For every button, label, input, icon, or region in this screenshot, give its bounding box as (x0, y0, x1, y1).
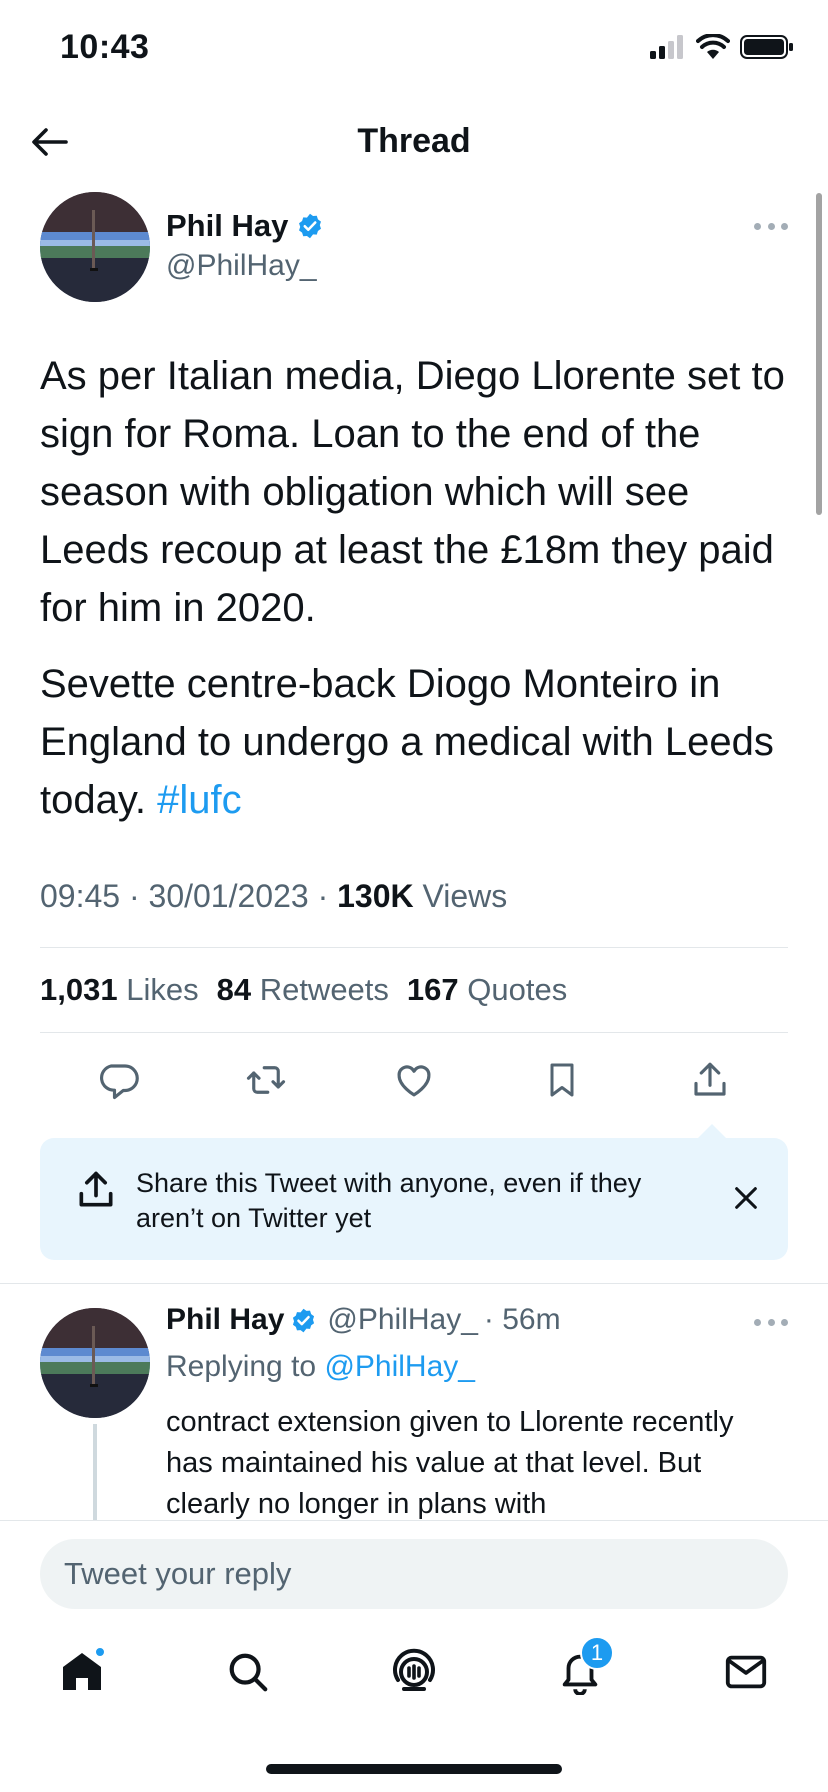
divider (0, 1283, 828, 1284)
reply-author-name[interactable]: Phil Hay (166, 1303, 284, 1337)
like-button[interactable] (390, 1056, 438, 1104)
quotes-stat[interactable]: 167 Quotes (407, 972, 567, 1008)
tweet-text-paragraph-1: As per Italian media, Diego Llorente set… (40, 354, 785, 630)
reply-icon (100, 1064, 139, 1100)
likes-count: 1,031 (40, 972, 118, 1007)
tweet-time: 09:45 (40, 878, 121, 914)
reply-more-options-icon[interactable] (754, 1312, 788, 1332)
replying-prefix: Replying to (166, 1350, 317, 1383)
share-banner-text: Share this Tweet with anyone, even if th… (136, 1168, 642, 1233)
likes-stat[interactable]: 1,031 Likes (40, 972, 199, 1008)
share-upload-icon (79, 1171, 113, 1207)
avatar-image (40, 192, 150, 302)
heart-icon (397, 1065, 431, 1097)
tweet-text-paragraph-2-body: Sevette centre-back Diogo Monteiro in En… (40, 662, 774, 822)
reply-age: · 56m (483, 1303, 561, 1336)
share-banner[interactable]: Share this Tweet with anyone, even if th… (40, 1138, 788, 1260)
reply-author-handle[interactable]: @PhilHay_ (327, 1303, 478, 1337)
share-banner-pointer (698, 1124, 726, 1138)
nav-header: Thread (0, 100, 828, 182)
page-title: Thread (357, 122, 471, 160)
reply-header: Phil Hay @PhilHay_ · 56m (166, 1303, 561, 1337)
status-bar: 10:43 (0, 0, 828, 100)
bookmark-button[interactable] (538, 1056, 586, 1104)
divider (40, 1032, 788, 1033)
verified-badge-icon (299, 213, 322, 239)
reply-avatar[interactable] (40, 1308, 150, 1418)
reply-input[interactable] (40, 1539, 788, 1609)
thread-line (93, 1424, 97, 1524)
mail-icon (725, 1655, 767, 1689)
divider (40, 947, 788, 948)
author-name-label: Phil Hay (166, 208, 289, 243)
retweet-icon (246, 1066, 286, 1094)
home-indicator[interactable] (266, 1764, 562, 1774)
avatar[interactable] (40, 192, 150, 302)
bookmark-icon (550, 1063, 574, 1097)
tab-notifications[interactable]: 1 (550, 1636, 614, 1702)
wifi-icon (696, 34, 730, 59)
verified-badge-icon (293, 1308, 315, 1332)
replying-to-link[interactable]: @PhilHay_ (324, 1350, 475, 1383)
notifications-badge: 1 (580, 1636, 614, 1670)
tab-bar: 1 (0, 1620, 828, 1730)
scrollbar[interactable] (816, 193, 822, 515)
tab-messages[interactable] (716, 1642, 776, 1702)
avatar-image (40, 1308, 150, 1418)
retweets-count: 84 (216, 972, 252, 1007)
tab-spaces[interactable] (384, 1642, 444, 1702)
tweet-meta: 09:45 · 30/01/2023 · 130K Views (40, 878, 508, 914)
replying-to: Replying to @PhilHay_ (166, 1350, 475, 1384)
views-label: Views (422, 878, 508, 914)
quotes-count: 167 (406, 972, 459, 1007)
close-icon[interactable] (732, 1184, 760, 1212)
views-count: 130K (337, 878, 414, 914)
author-name[interactable]: Phil Hay (166, 208, 324, 244)
tweet-actions (40, 1048, 788, 1112)
home-unread-dot (94, 1646, 106, 1658)
battery-icon (740, 35, 793, 59)
signal-icon (650, 35, 683, 59)
search-icon (229, 1653, 268, 1692)
hashtag-link[interactable]: #lufc (157, 778, 242, 822)
retweets-stat[interactable]: 84 Retweets (217, 972, 389, 1008)
spaces-icon (393, 1648, 435, 1691)
retweet-button[interactable] (242, 1056, 290, 1104)
tab-home[interactable] (52, 1642, 112, 1702)
reply-button[interactable] (94, 1056, 142, 1104)
more-options-icon[interactable] (754, 216, 788, 236)
likes-label: Likes (126, 972, 199, 1007)
tweet-text-paragraph-2: Sevette centre-back Diogo Monteiro in En… (40, 655, 800, 829)
composer-bar (0, 1520, 828, 1620)
share-icon (694, 1062, 726, 1096)
reply-text: contract extension given to Llorente rec… (166, 1406, 734, 1520)
status-time: 10:43 (60, 28, 150, 66)
author-handle[interactable]: @PhilHay_ (166, 249, 317, 283)
retweets-label: Retweets (259, 972, 389, 1007)
engagement-stats: 1,031 Likes 84 Retweets 167 Quotes (40, 972, 567, 1008)
share-button[interactable] (686, 1056, 734, 1104)
tweet-date: 30/01/2023 (148, 878, 309, 914)
status-icons (650, 34, 794, 60)
tab-search[interactable] (218, 1642, 278, 1702)
quotes-label: Quotes (467, 972, 568, 1007)
